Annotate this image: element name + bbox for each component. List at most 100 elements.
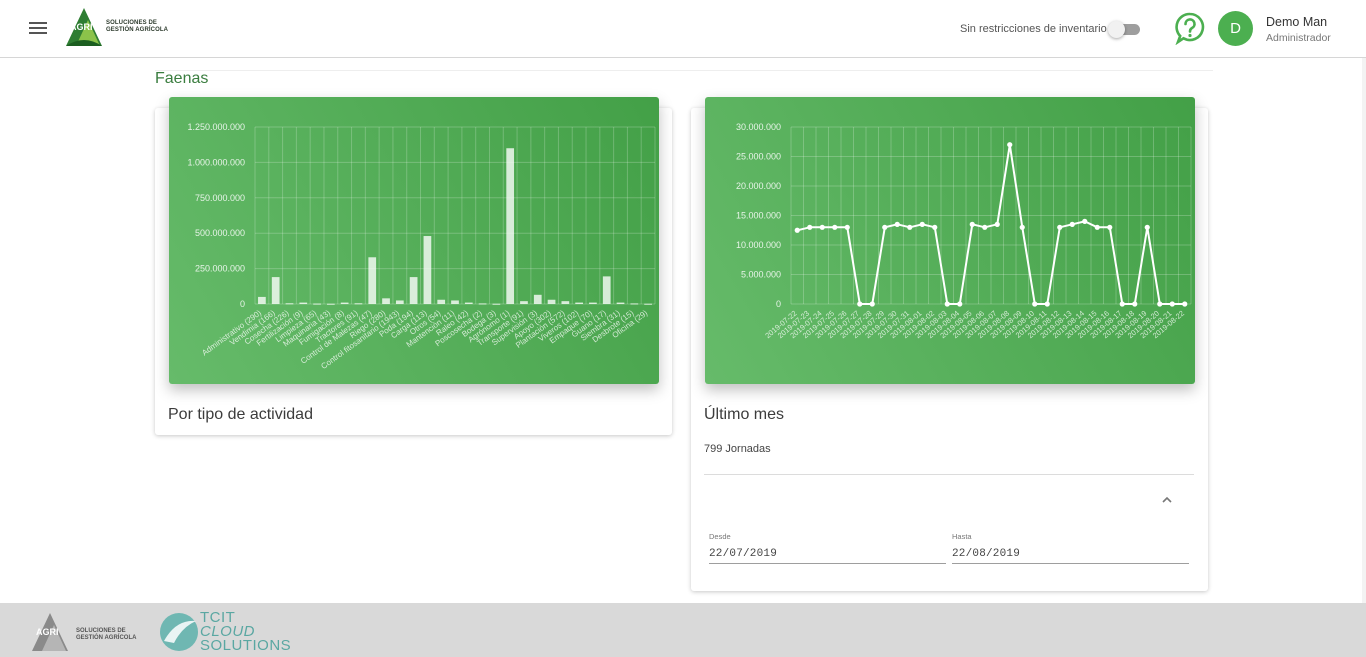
bar [299, 302, 308, 304]
logo-text: SOLUCIONES DE GESTIÓN AGRÍCOLA [106, 20, 168, 34]
data-point [919, 221, 925, 227]
section-divider [155, 70, 1213, 71]
activity-card-title: Por tipo de actividad [168, 406, 313, 423]
data-point [869, 301, 875, 307]
data-point [1032, 301, 1038, 307]
y-tick-label: 1.250.000.000 [187, 122, 245, 132]
user-role: Administrador [1266, 32, 1331, 44]
data-point [794, 227, 800, 233]
desde-label: Desde [709, 532, 731, 541]
hasta-field[interactable]: Hasta 22/08/2019 [952, 530, 1189, 564]
footer: AGRI SOLUCIONES DE GESTIÓN AGRÍCOLA TCIT… [0, 603, 1366, 657]
bar [602, 276, 611, 304]
user-name: Demo Man [1266, 15, 1328, 29]
data-point [1057, 224, 1063, 230]
data-point [832, 224, 838, 230]
data-point [807, 224, 813, 230]
data-point [1182, 301, 1188, 307]
bar [464, 302, 473, 304]
y-tick-label: 15.000.000 [736, 211, 781, 221]
data-point [944, 301, 950, 307]
tcit-line3: SOLUTIONS [200, 637, 292, 654]
bar [258, 296, 266, 304]
data-point [994, 221, 1000, 227]
scrollbar[interactable] [1362, 58, 1366, 603]
desde-value[interactable]: 22/07/2019 [709, 548, 777, 560]
help-icon[interactable] [1174, 11, 1206, 45]
bar [451, 300, 459, 304]
data-point [982, 224, 988, 230]
data-point [1044, 301, 1050, 307]
jornadas-divider [704, 474, 1194, 475]
bar [630, 303, 639, 305]
data-point [1107, 224, 1113, 230]
avatar[interactable]: D [1218, 11, 1253, 46]
month-line-chart: 0 5.000.000 10.000.000 15.000.000 20.000.000… [736, 122, 1192, 340]
jornadas-count: 799 Jornadas [704, 443, 771, 455]
bar [285, 303, 294, 305]
data-point [1007, 142, 1013, 148]
y-tick-label: 10.000.000 [736, 240, 781, 250]
bar [340, 302, 349, 304]
y-tick-label: 0 [240, 299, 245, 309]
footer-logo-text-line1: SOLUCIONES DE [76, 628, 126, 634]
bar [354, 303, 363, 305]
data-point [1019, 224, 1025, 230]
data-point [1157, 301, 1163, 307]
desde-field[interactable]: Desde 22/07/2019 [709, 530, 946, 564]
bar [382, 298, 390, 304]
data-point [882, 224, 888, 230]
footer-agri-logo: AGRI [32, 613, 68, 651]
tcit-wordmark: TCIT CLOUD SOLUTIONS [200, 610, 292, 654]
bar [589, 302, 597, 304]
footer-logo-text-line2: GESTIÓN AGRÍCOLA [76, 635, 137, 641]
y-tick-label: 25.000.000 [736, 152, 781, 162]
page-title: Faenas [155, 70, 209, 87]
data-point [857, 301, 863, 307]
bar [368, 257, 377, 304]
data-point [1119, 301, 1125, 307]
chevron-up-icon[interactable] [1160, 494, 1174, 506]
bar [561, 301, 570, 304]
data-point [907, 224, 913, 230]
bar [437, 299, 446, 304]
y-tick-label: 250.000.000 [195, 264, 245, 274]
bar [547, 299, 556, 304]
y-tick-label: 0 [776, 299, 781, 309]
toggle-knob [1108, 21, 1125, 38]
bar [575, 302, 583, 304]
bar [506, 148, 515, 304]
hasta-label: Hasta [952, 532, 972, 541]
data-point [1132, 301, 1138, 307]
data-point [1082, 218, 1088, 224]
activity-bar-chart: 0 250.000.000 500.000.000 750.000.000 1.000.… [187, 122, 656, 371]
data-point [1094, 224, 1100, 230]
menu-icon[interactable] [28, 19, 48, 39]
y-tick-label: 500.000.000 [195, 228, 245, 238]
inventory-toggle[interactable] [1108, 21, 1140, 38]
activity-chart: 0 250.000.000 500.000.000 750.000.000 1.000.… [169, 97, 659, 384]
bar [533, 294, 542, 304]
bar [409, 277, 418, 304]
data-point [844, 224, 850, 230]
desde-underline [709, 563, 946, 564]
bar [271, 277, 280, 304]
data-point [1069, 221, 1075, 227]
logo-text-line1: SOLUCIONES DE [106, 20, 157, 26]
data-point [969, 221, 975, 227]
logo-word: AGRI [70, 22, 93, 32]
data-point [1169, 301, 1175, 307]
y-tick-label: 750.000.000 [195, 193, 245, 203]
top-bar: AGRI SOLUCIONES DE GESTIÓN AGRÍCOLA Sin … [0, 0, 1366, 58]
hasta-value[interactable]: 22/08/2019 [952, 548, 1020, 560]
bar [395, 300, 404, 304]
data-point [1144, 224, 1150, 230]
bar [644, 303, 652, 305]
tcit-logo-icon [160, 613, 198, 651]
bar [520, 301, 528, 304]
month-chart: 0 5.000.000 10.000.000 15.000.000 20.000.000… [705, 97, 1195, 384]
y-tick-label: 1.000.000.000 [187, 157, 245, 167]
y-tick-label: 30.000.000 [736, 122, 781, 132]
bar [423, 236, 432, 304]
month-card-title: Último mes [704, 406, 785, 423]
